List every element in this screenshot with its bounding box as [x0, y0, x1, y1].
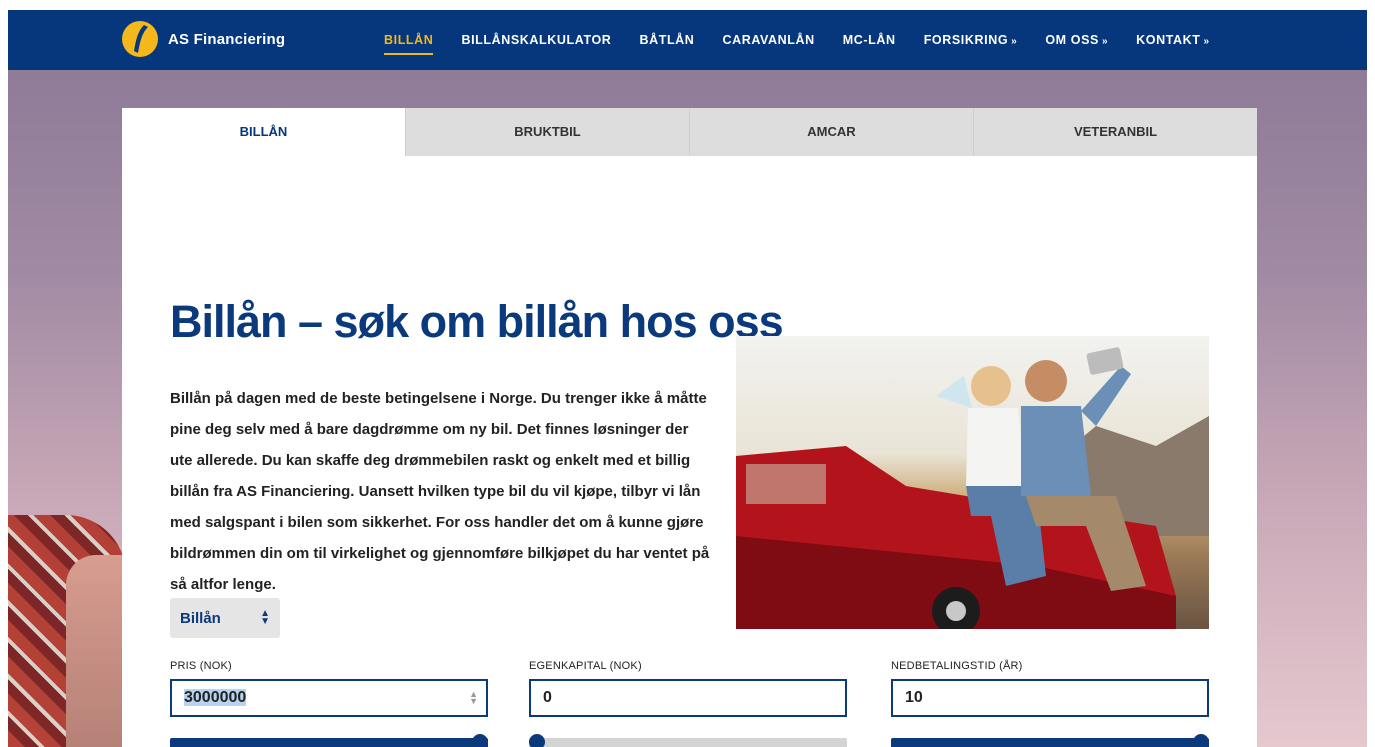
equity-value: 0	[543, 689, 552, 706]
term-value: 10	[905, 689, 923, 706]
slider-handle[interactable]	[1193, 734, 1209, 747]
price-label: PRIS (NOK)	[170, 660, 232, 672]
loan-type-select[interactable]: Billån ▲ ▼	[170, 598, 280, 638]
price-slider[interactable]	[170, 734, 488, 747]
page-title: Billån – søk om billån hos oss	[170, 296, 784, 348]
nav-item-batlan[interactable]: BÅTLÅN	[639, 33, 694, 47]
content-card: BILLÅN BRUKTBIL AMCAR VETERANBIL Billån …	[122, 108, 1257, 747]
nav-item-mc-lan[interactable]: MC-LÅN	[843, 33, 896, 47]
hero-photo	[736, 336, 1209, 629]
chevron-down-icon: »	[1011, 36, 1018, 47]
nav-item-billan[interactable]: BILLÅN	[384, 33, 434, 55]
loan-tabs: BILLÅN BRUKTBIL AMCAR VETERANBIL	[122, 108, 1257, 156]
nav-item-om-oss[interactable]: OM OSS»	[1045, 33, 1108, 47]
page-viewport: AS Financiering BILLÅN BILLÅNSKALKULATOR…	[8, 10, 1367, 747]
background-person-image	[8, 515, 126, 747]
slider-track	[529, 738, 847, 747]
term-input[interactable]: 10	[891, 679, 1209, 717]
nav-item-caravanlan[interactable]: CARAVANLÅN	[722, 33, 814, 47]
main-menu: BILLÅN BILLÅNSKALKULATOR BÅTLÅN CARAVANL…	[384, 10, 1238, 70]
term-label: NEDBETALINGSTID (ÅR)	[891, 660, 1023, 672]
chevron-down-icon: »	[1203, 36, 1210, 47]
slider-handle[interactable]	[529, 734, 545, 747]
intro-text: Billån på dagen med de beste betingelsen…	[170, 390, 710, 593]
equity-label: EGENKAPITAL (NOK)	[529, 660, 642, 672]
slider-fill	[170, 738, 488, 747]
slider-fill	[891, 738, 1209, 747]
tab-bruktbil[interactable]: BRUKTBIL	[405, 108, 689, 156]
brand-logo[interactable]: AS Financiering	[122, 21, 285, 57]
top-navigation: AS Financiering BILLÅN BILLÅNSKALKULATOR…	[8, 10, 1367, 70]
price-input[interactable]: 3000000 ▲ ▼	[170, 679, 488, 717]
loan-type-selected: Billån	[180, 609, 221, 627]
sort-arrows-icon: ▲ ▼	[260, 608, 270, 627]
nav-item-billanskalkulator[interactable]: BILLÅNSKALKULATOR	[461, 33, 611, 47]
term-slider[interactable]	[891, 734, 1209, 747]
nav-item-kontakt[interactable]: KONTAKT»	[1136, 33, 1210, 47]
tab-amcar[interactable]: AMCAR	[689, 108, 973, 156]
number-spinner-icon[interactable]: ▲ ▼	[469, 690, 478, 706]
tab-billan[interactable]: BILLÅN	[122, 108, 405, 156]
nav-item-forsikring[interactable]: FORSIKRING»	[924, 33, 1018, 47]
slider-handle[interactable]	[472, 734, 488, 747]
chevron-down-icon: »	[1101, 36, 1109, 47]
equity-slider[interactable]	[529, 734, 847, 747]
brand-name: AS Financiering	[168, 30, 286, 48]
price-value: 3000000	[184, 689, 247, 706]
tab-veteranbil[interactable]: VETERANBIL	[973, 108, 1257, 156]
equity-input[interactable]: 0	[529, 679, 847, 717]
logo-icon	[122, 21, 158, 57]
